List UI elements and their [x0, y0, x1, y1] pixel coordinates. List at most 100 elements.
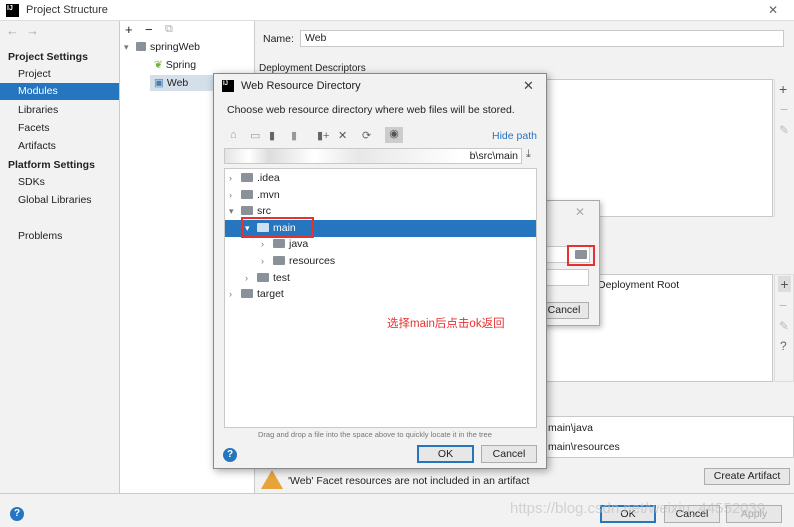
small-dialog-close-icon[interactable]: ✕	[575, 205, 585, 219]
section-project-settings: Project Settings	[8, 51, 88, 63]
app-icon: IJ	[6, 4, 19, 17]
dialog-description: Choose web resource directory where web …	[227, 104, 515, 116]
tree-node-label: src	[257, 205, 271, 218]
add-module-button[interactable]: +	[125, 22, 133, 37]
tree-node-label: resources	[289, 255, 336, 267]
create-artifact-button[interactable]: Create Artifact	[704, 468, 790, 485]
folder-icon	[273, 239, 285, 249]
sidebar-item-artifacts[interactable]: Artifacts	[18, 140, 56, 152]
desktop-icon[interactable]: ▭	[250, 129, 260, 142]
sidebar-item-problems[interactable]: Problems	[18, 230, 62, 242]
folder-icon	[241, 173, 253, 182]
add-resource-dir-button[interactable]: +	[778, 276, 791, 292]
help-icon[interactable]: ?	[10, 507, 24, 521]
help-resource-dir-button[interactable]: ?	[780, 339, 787, 353]
show-hidden-icon[interactable]: ◉	[385, 127, 403, 143]
source-root-item[interactable]: main\resources	[548, 441, 620, 453]
tree-node-test[interactable]: › test	[225, 270, 536, 287]
tree-node-label: test	[273, 271, 290, 284]
tree-node-label: target	[257, 288, 284, 301]
tree-node-label: .idea	[257, 172, 280, 184]
watermark: https://blog.csdn.net/weixin_44552039	[510, 500, 766, 517]
chevron-right-icon[interactable]: ›	[229, 170, 241, 187]
remove-descriptor-button[interactable]: −	[780, 101, 788, 117]
highlight-box	[241, 216, 314, 238]
small-dialog-cancel-button[interactable]: Cancel	[540, 302, 589, 319]
module-folder-icon	[136, 42, 146, 51]
module-folder-icon[interactable]: ▮	[291, 129, 297, 142]
annotation-text: 选择main后点击ok返回	[387, 318, 505, 330]
project-folder-icon[interactable]: ▮	[269, 129, 275, 142]
drag-drop-hint: Drag and drop a file into the space abov…	[258, 430, 492, 439]
sidebar-item-global-libraries[interactable]: Global Libraries	[18, 194, 92, 206]
dialog-cancel-button[interactable]: Cancel	[481, 445, 537, 463]
relative-path-input[interactable]	[540, 269, 589, 286]
forward-icon[interactable]: →	[26, 23, 39, 38]
copy-module-button[interactable]: ⧉	[165, 23, 173, 36]
remove-resource-dir-button[interactable]: −	[779, 297, 787, 313]
tree-node-target[interactable]: › target	[225, 286, 536, 303]
web-facet-icon: ▣	[154, 77, 167, 89]
edit-descriptor-button[interactable]: ✎	[779, 123, 789, 137]
chevron-right-icon[interactable]: ›	[261, 236, 273, 253]
folder-open-icon	[575, 250, 587, 259]
folder-icon	[241, 206, 253, 216]
hide-path-link[interactable]: Hide path	[492, 130, 537, 142]
directory-tree[interactable]: › .idea › .mvn ▾ src ▾ main › java › resources › test…	[224, 168, 537, 428]
folder-icon	[241, 289, 253, 299]
edit-resource-dir-button[interactable]: ✎	[779, 319, 789, 333]
folder-icon	[273, 256, 285, 265]
tree-node-label: java	[289, 238, 309, 251]
add-descriptor-button[interactable]: +	[779, 81, 787, 97]
warning-icon	[261, 470, 283, 489]
tree-node-main[interactable]: ▾ main	[225, 216, 536, 238]
download-icon[interactable]: ⤓	[526, 148, 531, 161]
remove-module-button[interactable]: −	[145, 22, 153, 37]
new-folder-icon[interactable]: ▮+	[317, 129, 329, 142]
tree-node-idea[interactable]: › .idea	[225, 170, 536, 187]
tree-node-springweb[interactable]: ▾ springWeb	[124, 41, 200, 53]
dialog-close-icon[interactable]: ✕	[523, 78, 534, 94]
sidebar-item-project[interactable]: Project	[18, 68, 51, 80]
deployment-descriptors-table[interactable]	[545, 79, 773, 217]
sidebar-item-facets[interactable]: Facets	[18, 122, 50, 134]
help-icon[interactable]: ?	[223, 448, 237, 462]
chevron-right-icon[interactable]: ›	[229, 286, 241, 303]
folder-icon	[241, 189, 253, 199]
dialog-ok-button[interactable]: OK	[417, 445, 474, 463]
source-root-item[interactable]: main\java	[548, 422, 593, 434]
name-label: Name:	[263, 33, 294, 45]
dialog-title: Web Resource Directory	[241, 80, 361, 92]
source-roots-list[interactable]: main\java main\resources	[545, 416, 794, 458]
warning-text: 'Web' Facet resources are not included i…	[288, 475, 530, 487]
sidebar-item-sdks[interactable]: SDKs	[18, 176, 45, 188]
tree-node-resources[interactable]: › resources	[225, 253, 536, 270]
tree-node-spring[interactable]: ❦ Spring	[154, 59, 196, 71]
name-input[interactable]: Web	[300, 30, 784, 47]
spring-leaf-icon: ❦	[154, 59, 166, 71]
tree-node-java[interactable]: › java	[225, 236, 536, 253]
facet-resource-dialog: ✕ Cancel	[540, 200, 600, 326]
tree-node-label: .mvn	[257, 188, 280, 201]
chevron-right-icon[interactable]: ›	[245, 270, 257, 287]
refresh-icon[interactable]: ⟳	[362, 129, 371, 142]
chevron-right-icon[interactable]: ›	[229, 187, 241, 204]
sidebar-item-modules[interactable]: Modules	[0, 83, 119, 100]
window-close-icon[interactable]: ✕	[768, 3, 778, 17]
browse-folder-button[interactable]	[567, 245, 595, 266]
tree-node-mvn[interactable]: › .mvn	[225, 187, 536, 204]
window-titlebar: IJ Project Structure ✕	[0, 0, 794, 21]
deployment-root-header: Deployment Root	[598, 279, 680, 291]
back-icon[interactable]: ←	[6, 23, 19, 38]
chevron-right-icon[interactable]: ›	[261, 253, 273, 270]
footer: ? OK Cancel Apply https://blog.csdn.net/…	[0, 493, 794, 527]
section-platform-settings: Platform Settings	[8, 159, 95, 171]
web-resource-directory-dialog: IJ Web Resource Directory ✕ Choose web r…	[213, 73, 547, 469]
home-icon[interactable]: ⌂	[230, 129, 237, 141]
window-title: Project Structure	[26, 4, 108, 16]
delete-icon[interactable]: ✕	[338, 129, 347, 142]
chevron-down-icon[interactable]: ▾	[229, 203, 241, 220]
sidebar-item-libraries[interactable]: Libraries	[18, 104, 58, 116]
sidebar: ← → Project Settings Project Modules Lib…	[0, 21, 120, 493]
path-input[interactable]: b\src\main	[224, 148, 522, 164]
